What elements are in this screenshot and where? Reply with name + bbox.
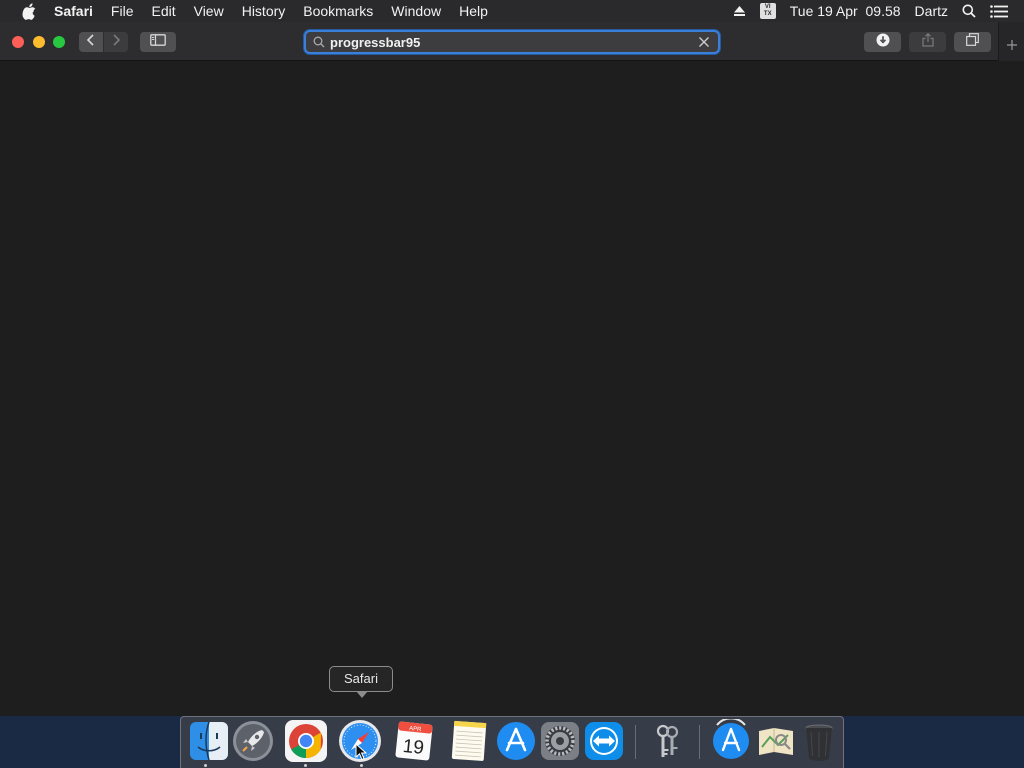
finder-running-indicator [204,764,207,767]
gear-icon[interactable] [538,719,582,763]
share-button[interactable] [909,32,946,52]
mouse-cursor [355,742,368,761]
menu-help[interactable]: Help [450,0,497,22]
menu-window[interactable]: Window [382,0,450,22]
app-store-downloads-icon[interactable] [709,717,753,763]
menu-file[interactable]: File [102,0,143,22]
sidebar-toggle-button[interactable] [140,32,176,52]
window-minimize-button[interactable] [33,36,45,48]
tab-overview-button[interactable] [954,32,991,52]
new-tab-button[interactable] [998,22,1024,61]
notes-icon[interactable] [447,719,491,763]
input-source-icon[interactable]: VI TX [759,3,776,19]
user-name[interactable]: Dartz [915,3,948,19]
teamviewer-icon[interactable] [582,719,626,763]
chevron-left-icon [86,33,96,51]
input-source-bottom: TX [763,11,772,17]
menu-edit[interactable]: Edit [142,0,184,22]
spotlight-search-icon[interactable] [962,4,976,18]
notification-center-icon[interactable] [990,4,1008,18]
dock-tooltip: Safari [329,666,393,698]
share-icon [921,32,934,52]
sidebar-icon [150,33,166,51]
app-store-icon[interactable] [494,719,538,763]
input-source-top: VI [764,4,771,10]
menu-bookmarks[interactable]: Bookmarks [294,0,382,22]
address-input[interactable] [330,33,694,51]
trash-icon[interactable] [797,719,841,763]
directory-utility-icon[interactable] [754,719,798,763]
calendar-day: 19 [402,736,425,759]
window-zoom-button[interactable] [53,36,65,48]
plus-icon [1006,38,1018,56]
dock-separator [635,725,636,759]
launchpad-rocket-icon[interactable] [231,719,275,763]
forward-button[interactable] [104,32,128,52]
apple-logo-icon[interactable] [18,2,40,20]
calendar-icon[interactable]: APR 19 [392,719,436,763]
back-button[interactable] [79,32,103,52]
keychain-icon[interactable] [645,719,689,763]
menu-view[interactable]: View [185,0,233,22]
chrome-icon[interactable] [284,719,328,763]
safari-window [0,22,1024,716]
finder-icon[interactable] [187,719,231,763]
search-icon [313,36,325,48]
chevron-right-icon [111,33,121,51]
window-close-button[interactable] [12,36,24,48]
chrome-running-indicator [304,764,307,767]
dock: APR 19 [180,716,844,768]
eject-icon[interactable] [733,5,746,17]
web-content-area[interactable] [0,61,1024,716]
dock-separator [699,725,700,759]
download-icon [876,33,890,52]
menu-bar: Safari File Edit View History Bookmarks … [0,0,1024,22]
clock[interactable]: Tue 19 Apr 09.58 [790,3,901,19]
safari-running-indicator [360,764,363,767]
menu-history[interactable]: History [233,0,295,22]
close-icon[interactable] [694,32,714,52]
toolbar [0,22,1024,61]
address-bar[interactable] [304,30,720,54]
tab-overview-icon [966,33,979,51]
menu-app-safari[interactable]: Safari [54,0,102,22]
downloads-button[interactable] [864,32,901,52]
